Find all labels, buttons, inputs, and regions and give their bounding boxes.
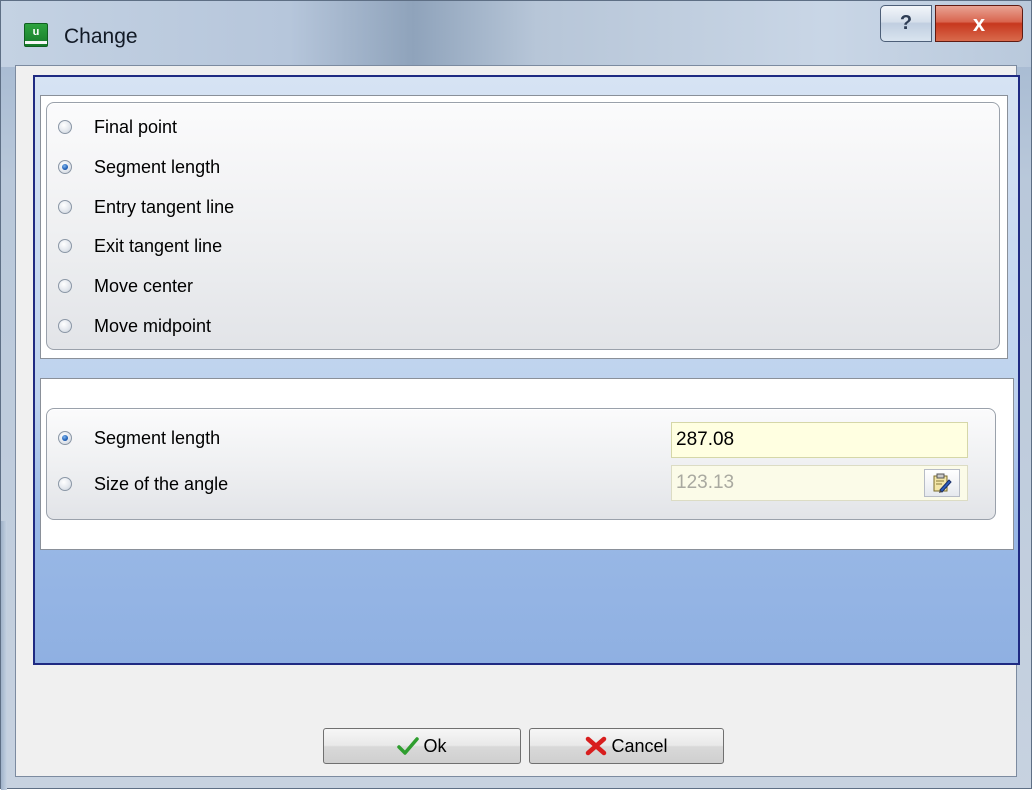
cancel-label: Cancel (611, 735, 668, 756)
radio-param-angle[interactable]: Size of the angle (58, 470, 228, 498)
radio-button[interactable] (58, 431, 72, 445)
radio-final-point[interactable]: Final point (58, 113, 177, 141)
radio-button[interactable] (58, 239, 72, 253)
radio-segment-length[interactable]: Segment length (58, 153, 220, 181)
radio-label: Move midpoint (94, 315, 212, 336)
radio-label: Segment length (94, 427, 221, 448)
radio-button[interactable] (58, 160, 72, 174)
radio-button[interactable] (58, 279, 72, 293)
title-bar[interactable]: u Change ? x (1, 1, 1031, 67)
radio-button[interactable] (58, 477, 72, 491)
radio-move-midpoint[interactable]: Move midpoint (58, 312, 211, 340)
radio-label: Segment length (94, 156, 221, 177)
radio-label: Size of the angle (94, 473, 229, 494)
checkmark-icon (397, 737, 420, 755)
app-logo-icon: u (24, 23, 48, 47)
segment-length-input[interactable]: 287.08 (671, 422, 968, 458)
radio-button[interactable] (58, 200, 72, 214)
close-button[interactable]: x (935, 5, 1023, 42)
cancel-button[interactable]: Cancel (529, 728, 724, 764)
help-button[interactable]: ? (880, 5, 932, 42)
radio-move-center[interactable]: Move center (58, 272, 193, 300)
radio-label: Entry tangent line (94, 196, 235, 217)
red-x-icon (585, 736, 607, 756)
window-title: Change (64, 25, 138, 48)
radio-label: Exit tangent line (94, 235, 223, 256)
ok-label: Ok (423, 735, 447, 756)
help-icon: ? (899, 12, 913, 34)
close-icon: x (972, 10, 986, 36)
window-frame-edge (1, 521, 7, 790)
radio-button[interactable] (58, 120, 72, 134)
edit-pencil-icon[interactable] (924, 469, 960, 497)
radio-entry-tangent-line[interactable]: Entry tangent line (58, 193, 234, 221)
radio-button[interactable] (58, 319, 72, 333)
ok-button[interactable]: Ok (323, 728, 521, 764)
radio-exit-tangent-line[interactable]: Exit tangent line (58, 232, 222, 260)
radio-param-segment-length[interactable]: Segment length (58, 424, 220, 452)
radio-label: Move center (94, 275, 194, 296)
radio-label: Final point (94, 116, 178, 137)
